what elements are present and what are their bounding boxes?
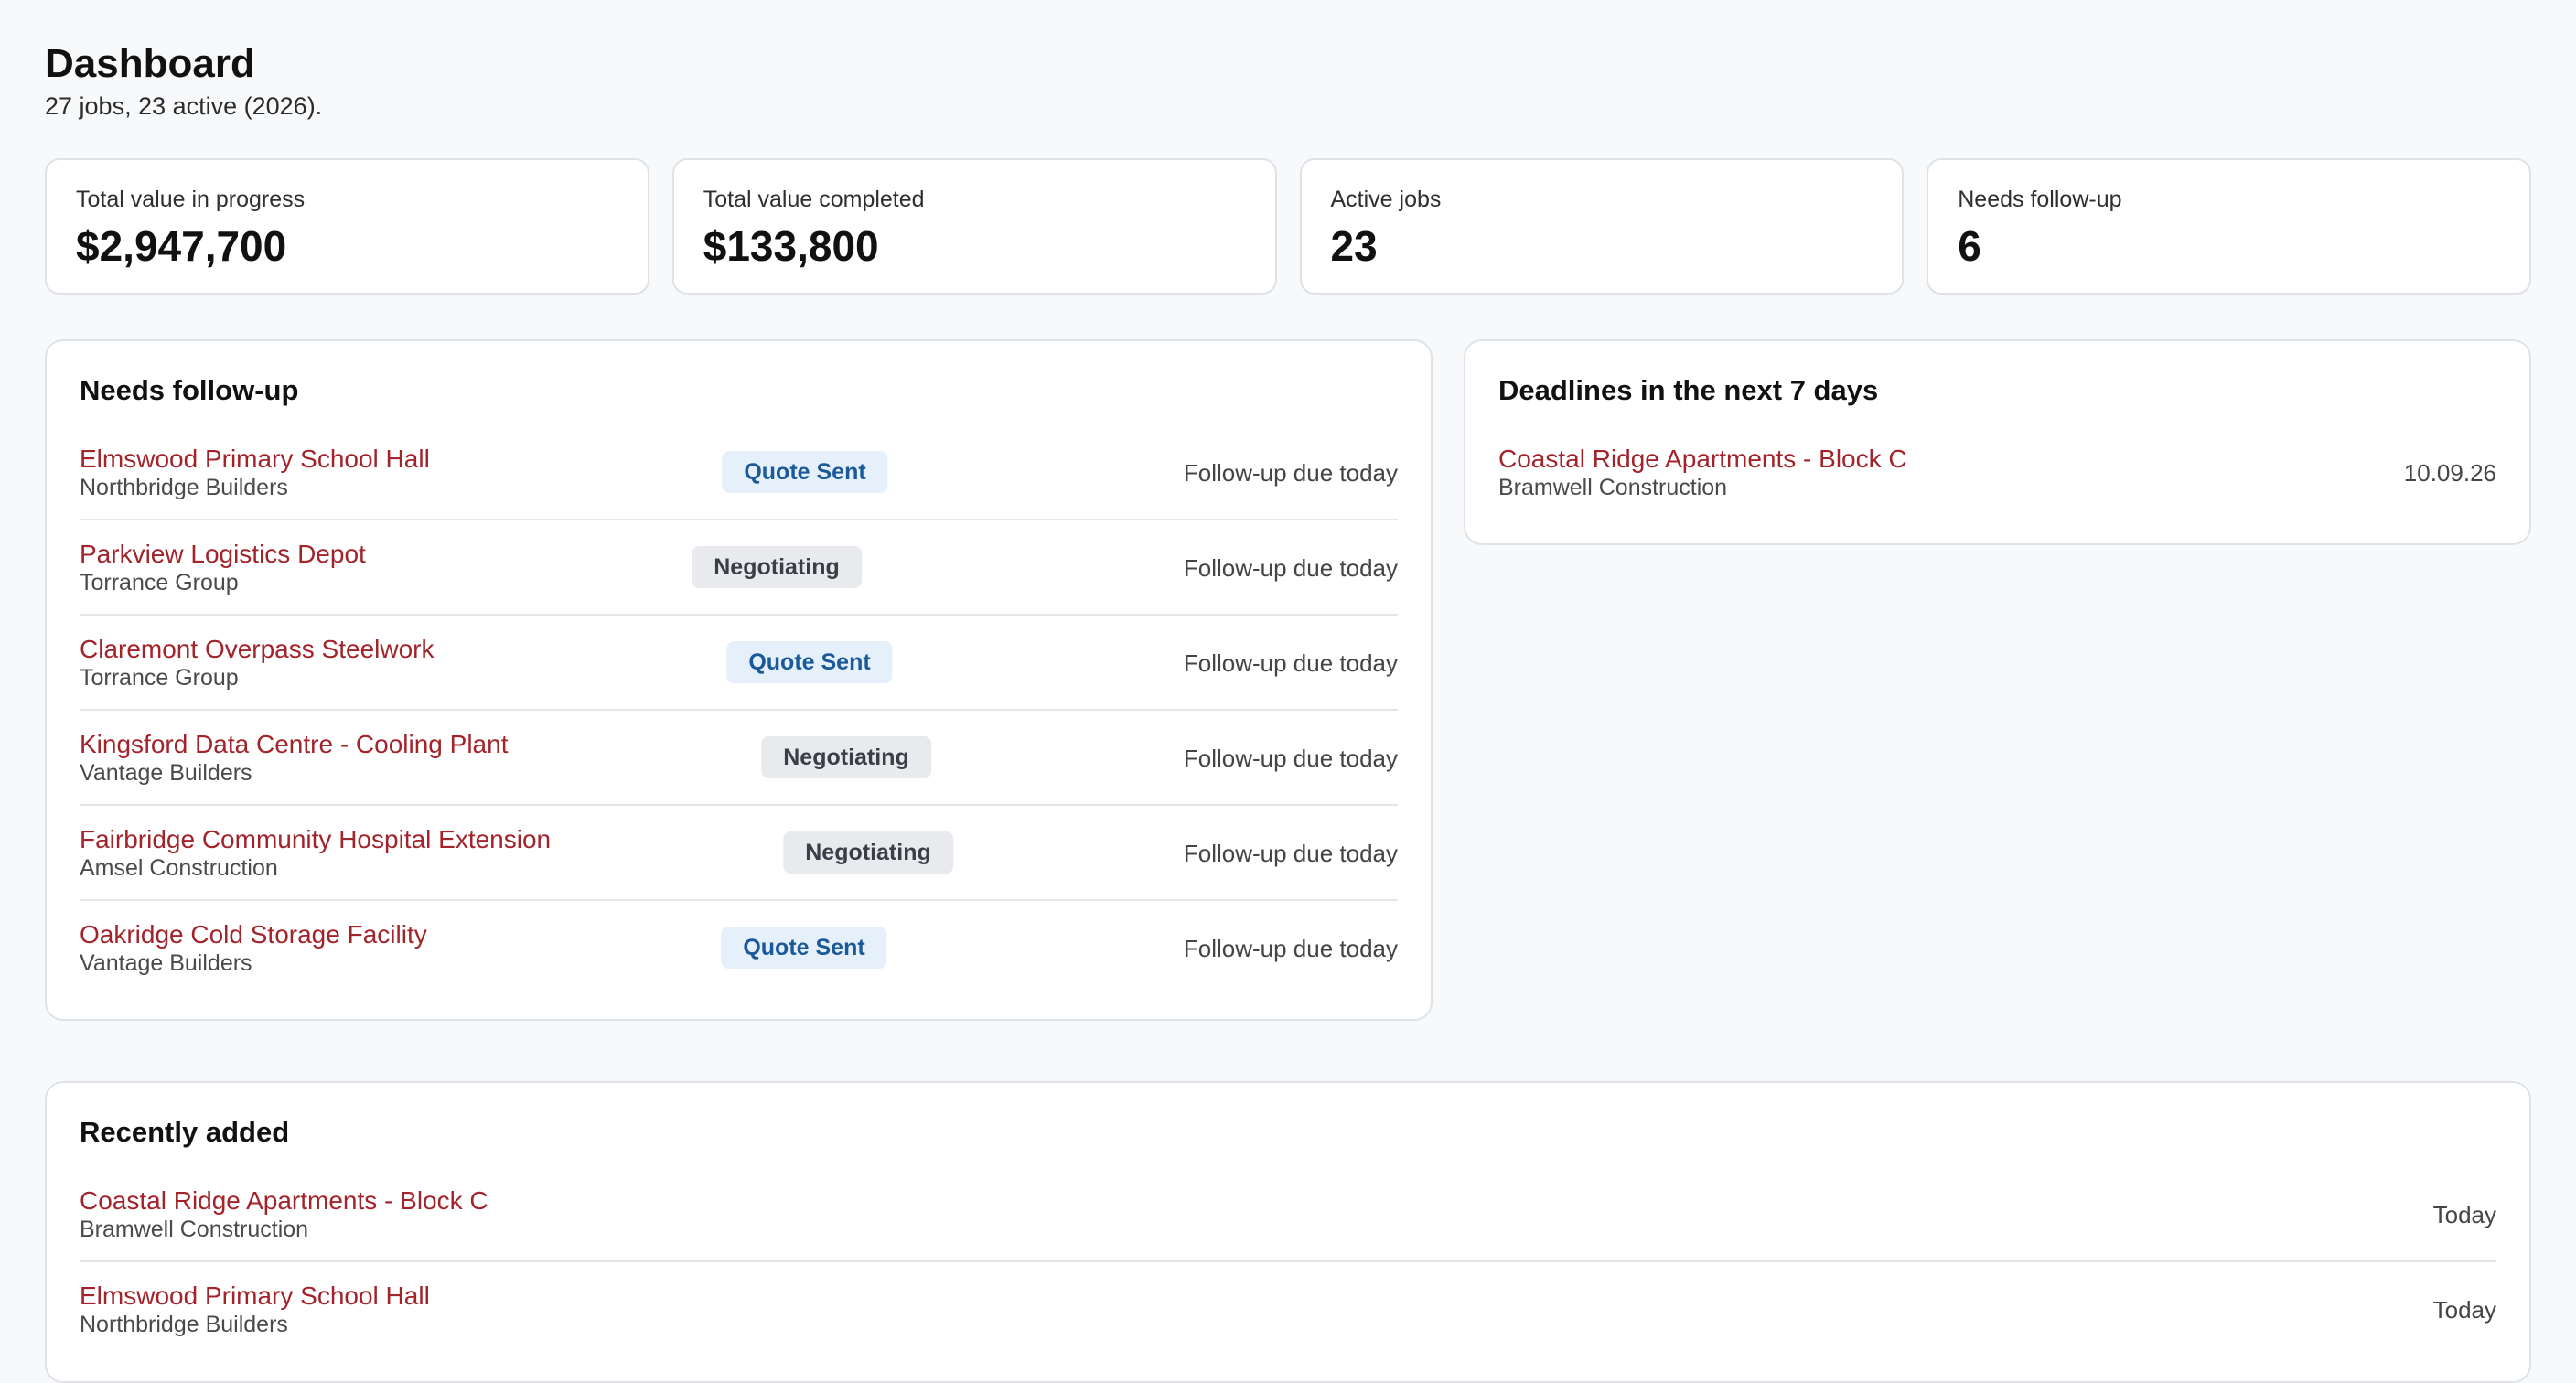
job-company: Vantage Builders xyxy=(80,760,252,786)
follow-up-note: Follow-up due today xyxy=(1183,554,1398,582)
follow-up-row: Kingsford Data Centre - Cooling Plant Va… xyxy=(80,711,1398,806)
recent-row: Coastal Ridge Apartments - Block C Bramw… xyxy=(80,1167,2496,1262)
panel-title: Recently added xyxy=(80,1116,290,1148)
status-badge: Negotiating xyxy=(692,546,862,588)
deadline-row: Coastal Ridge Apartments - Block C Bramw… xyxy=(1498,425,2496,520)
stat-label: Needs follow-up xyxy=(1958,187,2122,212)
job-link[interactable]: Kingsford Data Centre - Cooling Plant xyxy=(80,729,508,760)
job-link[interactable]: Elmswood Primary School Hall xyxy=(80,1281,430,1312)
stat-value: $133,800 xyxy=(703,222,879,270)
stat-card-needs-follow-up: Needs follow-up 6 xyxy=(1927,158,2531,295)
added-date: Today xyxy=(2432,1296,2496,1324)
stat-card-value-in-progress: Total value in progress $2,947,700 xyxy=(45,158,649,295)
stat-card-active-jobs: Active jobs 23 xyxy=(1299,158,1905,295)
job-link[interactable]: Claremont Overpass Steelwork xyxy=(80,634,434,665)
follow-up-note: Follow-up due today xyxy=(1183,459,1398,487)
follow-up-note: Follow-up due today xyxy=(1183,935,1398,962)
recently-added-panel: Recently added Coastal Ridge Apartments … xyxy=(45,1081,2531,1383)
follow-up-row: Parkview Logistics Depot Torrance Group … xyxy=(80,520,1398,616)
job-link[interactable]: Parkview Logistics Depot xyxy=(80,539,366,570)
needs-follow-up-panel: Needs follow-up Elmswood Primary School … xyxy=(45,339,1433,1021)
follow-up-note: Follow-up due today xyxy=(1183,840,1398,867)
job-company: Northbridge Builders xyxy=(80,475,288,500)
job-company: Northbridge Builders xyxy=(80,1312,288,1337)
panel-title: Deadlines in the next 7 days xyxy=(1498,374,1879,406)
follow-up-note: Follow-up due today xyxy=(1183,745,1398,772)
status-badge: Quote Sent xyxy=(726,641,893,683)
job-company: Torrance Group xyxy=(80,570,239,595)
page-title: Dashboard xyxy=(45,41,255,86)
follow-up-row: Elmswood Primary School Hall Northbridge… xyxy=(80,425,1398,520)
job-company: Bramwell Construction xyxy=(80,1217,309,1242)
deadlines-list: Coastal Ridge Apartments - Block C Bramw… xyxy=(1498,425,2496,520)
stat-value: $2,947,700 xyxy=(76,222,287,270)
deadlines-panel: Deadlines in the next 7 days Coastal Rid… xyxy=(1464,339,2531,545)
stat-label: Total value completed xyxy=(703,187,925,212)
panel-title: Needs follow-up xyxy=(80,374,299,406)
recent-row: Elmswood Primary School Hall Northbridge… xyxy=(80,1262,2496,1357)
status-badge: Negotiating xyxy=(783,831,953,874)
stat-card-value-completed: Total value completed $133,800 xyxy=(671,158,1277,295)
follow-up-row: Fairbridge Community Hospital Extension … xyxy=(80,806,1398,901)
job-link[interactable]: Coastal Ridge Apartments - Block C xyxy=(80,1185,488,1217)
job-company: Bramwell Construction xyxy=(1498,475,1728,500)
page-subtitle: 27 jobs, 23 active (2026). xyxy=(45,92,323,120)
added-date: Today xyxy=(2432,1201,2496,1228)
stats-row: Total value in progress $2,947,700 Total… xyxy=(45,158,2531,295)
job-link[interactable]: Oakridge Cold Storage Facility xyxy=(80,919,427,950)
job-company: Torrance Group xyxy=(80,665,239,691)
recent-list: Coastal Ridge Apartments - Block C Bramw… xyxy=(80,1167,2496,1357)
job-link[interactable]: Fairbridge Community Hospital Extension xyxy=(80,824,551,855)
follow-up-row: Claremont Overpass Steelwork Torrance Gr… xyxy=(80,616,1398,711)
job-link[interactable]: Coastal Ridge Apartments - Block C xyxy=(1498,444,1907,475)
deadline-date: 10.09.26 xyxy=(2403,459,2496,487)
status-badge: Negotiating xyxy=(761,736,931,778)
stat-label: Total value in progress xyxy=(76,187,306,212)
status-badge: Quote Sent xyxy=(721,927,887,969)
job-link[interactable]: Elmswood Primary School Hall xyxy=(80,444,430,475)
follow-up-list: Elmswood Primary School Hall Northbridge… xyxy=(80,425,1398,996)
stat-value: 23 xyxy=(1330,222,1378,270)
job-company: Vantage Builders xyxy=(80,950,252,976)
follow-up-note: Follow-up due today xyxy=(1183,649,1398,677)
stat-label: Active jobs xyxy=(1330,187,1442,212)
stat-value: 6 xyxy=(1958,222,1981,270)
job-company: Amsel Construction xyxy=(80,855,278,881)
follow-up-row: Oakridge Cold Storage Facility Vantage B… xyxy=(80,901,1398,996)
status-badge: Quote Sent xyxy=(722,451,888,493)
